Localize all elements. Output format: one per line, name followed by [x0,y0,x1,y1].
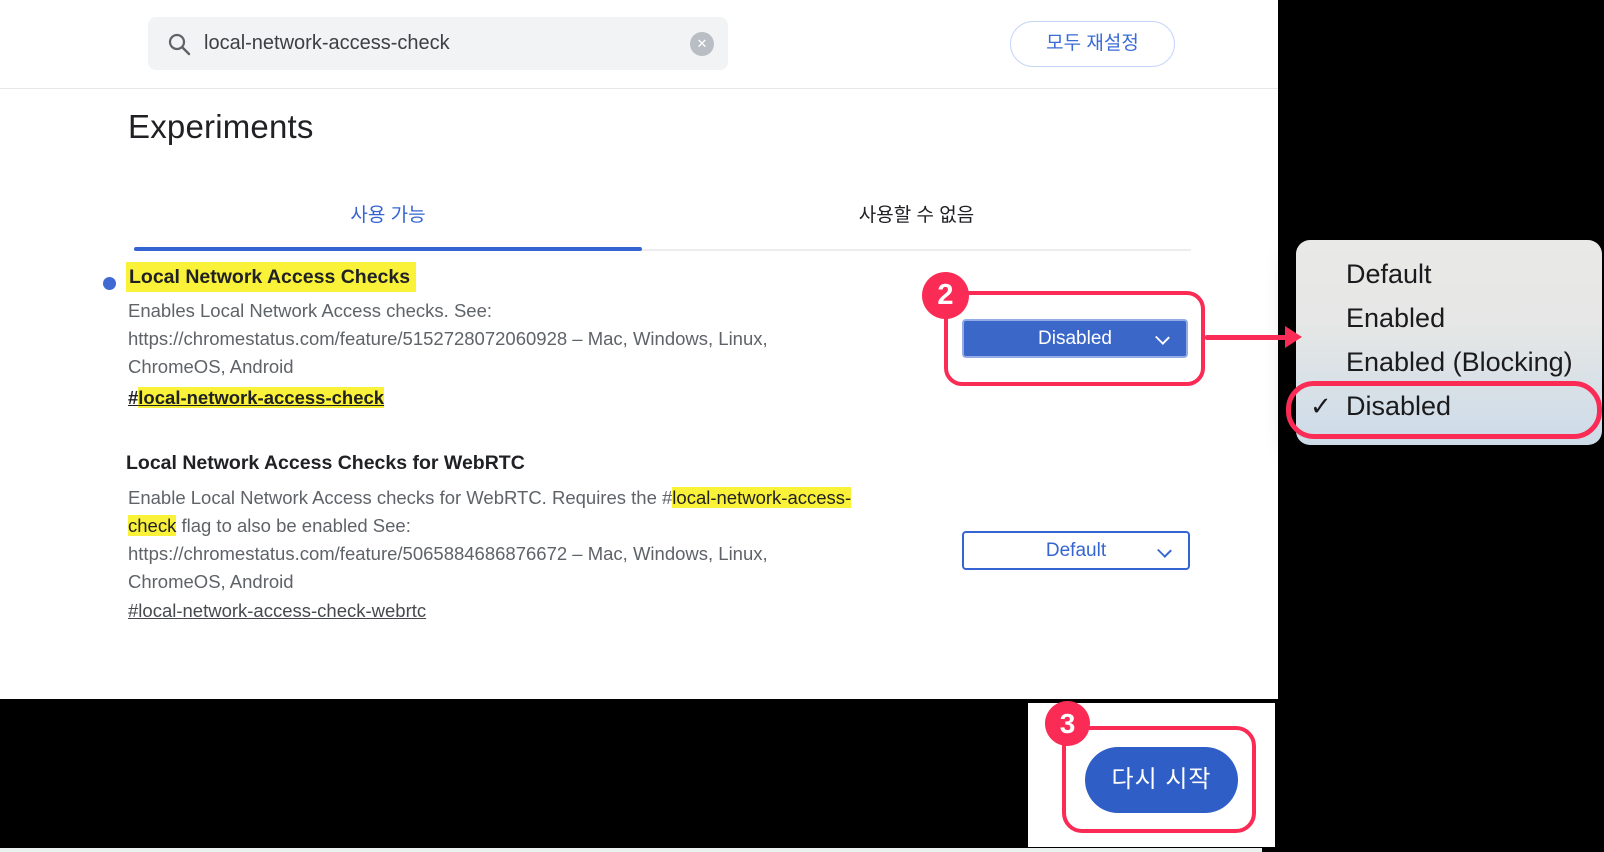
flag2-desc-highlight1: local-network-access- [672,487,851,508]
flag-bullet-dot [103,277,116,290]
flag1-anchor-link[interactable]: #local-network-access-check [128,387,384,409]
header-divider [0,88,1278,89]
clear-search-icon[interactable]: ✕ [690,32,714,56]
flag1-desc-line3: ChromeOS, Android [128,353,768,381]
flag1-desc-line2: https://chromestatus.com/feature/5152728… [128,325,768,353]
arrow-right-icon [1205,335,1289,340]
flag2-setting-select[interactable]: Default [962,531,1190,570]
menu-disabled-highlight-box [1286,381,1602,439]
flag2-desc-highlight2: check [128,515,176,536]
chevron-down-icon [1157,543,1172,558]
step2-badge: 2 [922,272,969,319]
reset-all-button[interactable]: 모두 재설정 [1010,21,1175,67]
flag1-title-highlight: Local Network Access Checks [126,262,416,292]
flag1-link-prefix: # [128,387,138,408]
tab-unavailable[interactable]: 사용할 수 없음 [642,196,1191,236]
flag2-desc-line4: ChromeOS, Android [128,568,851,596]
flag2-desc-line1: Enable Local Network Access checks for W… [128,484,851,512]
menu-item-enabled[interactable]: Enabled [1296,296,1602,340]
flag1-desc-line1: Enables Local Network Access checks. See… [128,297,768,325]
active-tab-indicator [134,247,642,251]
step3-highlight-box [1062,726,1256,833]
page-title: Experiments [128,108,314,146]
flag2-description: Enable Local Network Access checks for W… [128,484,851,596]
arrow-right-icon-head [1285,326,1302,348]
flag2-anchor-link[interactable]: #local-network-access-check-webrtc [128,600,426,622]
step2-highlight-box [944,291,1205,386]
menu-item-default[interactable]: Default [1296,252,1602,296]
menu-item-enabled-blocking[interactable]: Enabled (Blocking) [1296,340,1602,384]
flag2-title: Local Network Access Checks for WebRTC [126,452,525,475]
flag1-description: Enables Local Network Access checks. See… [128,297,768,381]
search-input[interactable]: local-network-access-check ✕ [148,17,728,70]
search-icon [166,31,192,57]
search-input-value: local-network-access-check [204,17,450,70]
flag1-link-highlight: local-network-access-check [138,387,384,408]
flag2-desc-line2: check flag to also be enabled See: [128,512,851,540]
tab-available[interactable]: 사용 가능 [134,196,642,236]
flag2-select-value: Default [1046,540,1106,561]
screenshot-canvas: local-network-access-check ✕ 모두 재설정 Expe… [0,0,1604,852]
step3-badge: 3 [1045,701,1090,746]
flag1-title: Local Network Access Checks [126,266,416,289]
flag2-desc-line3: https://chromestatus.com/feature/5065884… [128,540,851,568]
bottom-edge-strip [0,848,1262,852]
